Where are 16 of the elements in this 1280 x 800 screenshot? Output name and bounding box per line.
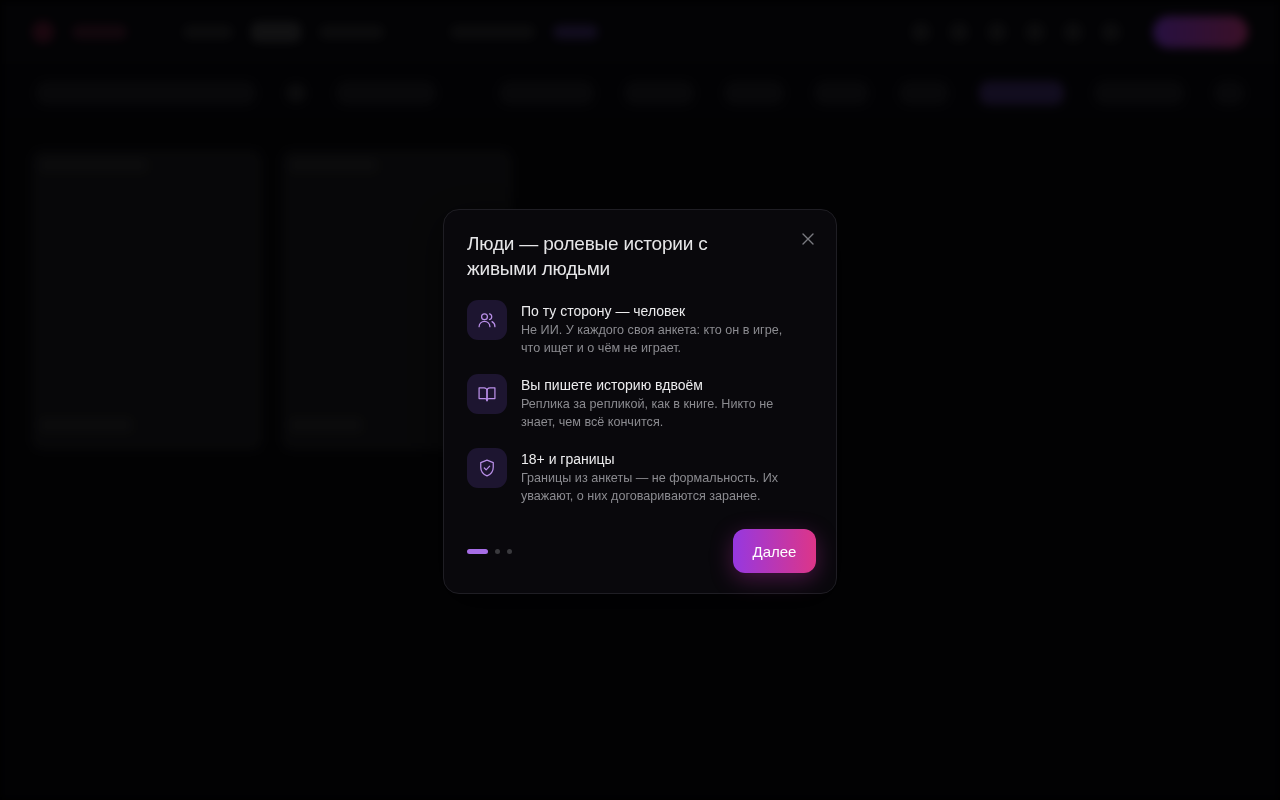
close-button[interactable] xyxy=(800,231,816,247)
page-dot-icon[interactable] xyxy=(495,548,500,554)
dialog-title: Люди — ролевые истории с живыми людьми xyxy=(467,232,709,281)
feature-heading: 18+ и границы xyxy=(521,450,616,468)
feature-description: Границы из анкеты — не формальность. Их уважают, о них договариваются заранее. xyxy=(521,470,780,505)
feature-description: Реплика за репликой, как в книге. Никто не знает, чем всё кончится. xyxy=(521,396,775,431)
feature-heading: По ту сторону — человек xyxy=(521,302,687,320)
shield-check-icon xyxy=(467,448,507,488)
people-icon xyxy=(467,300,507,340)
page-dot-icon[interactable] xyxy=(507,548,512,554)
close-icon xyxy=(802,233,814,245)
open-book-icon xyxy=(467,374,507,414)
active-page-indicator[interactable] xyxy=(467,548,488,554)
feature-heading: Вы пишете историю вдвоём xyxy=(521,376,704,394)
feature-description: Не ИИ. У каждого своя анкета: кто он в игре, что ищет и о чём не играет. xyxy=(521,322,784,357)
next-button[interactable]: Далее xyxy=(733,529,816,573)
